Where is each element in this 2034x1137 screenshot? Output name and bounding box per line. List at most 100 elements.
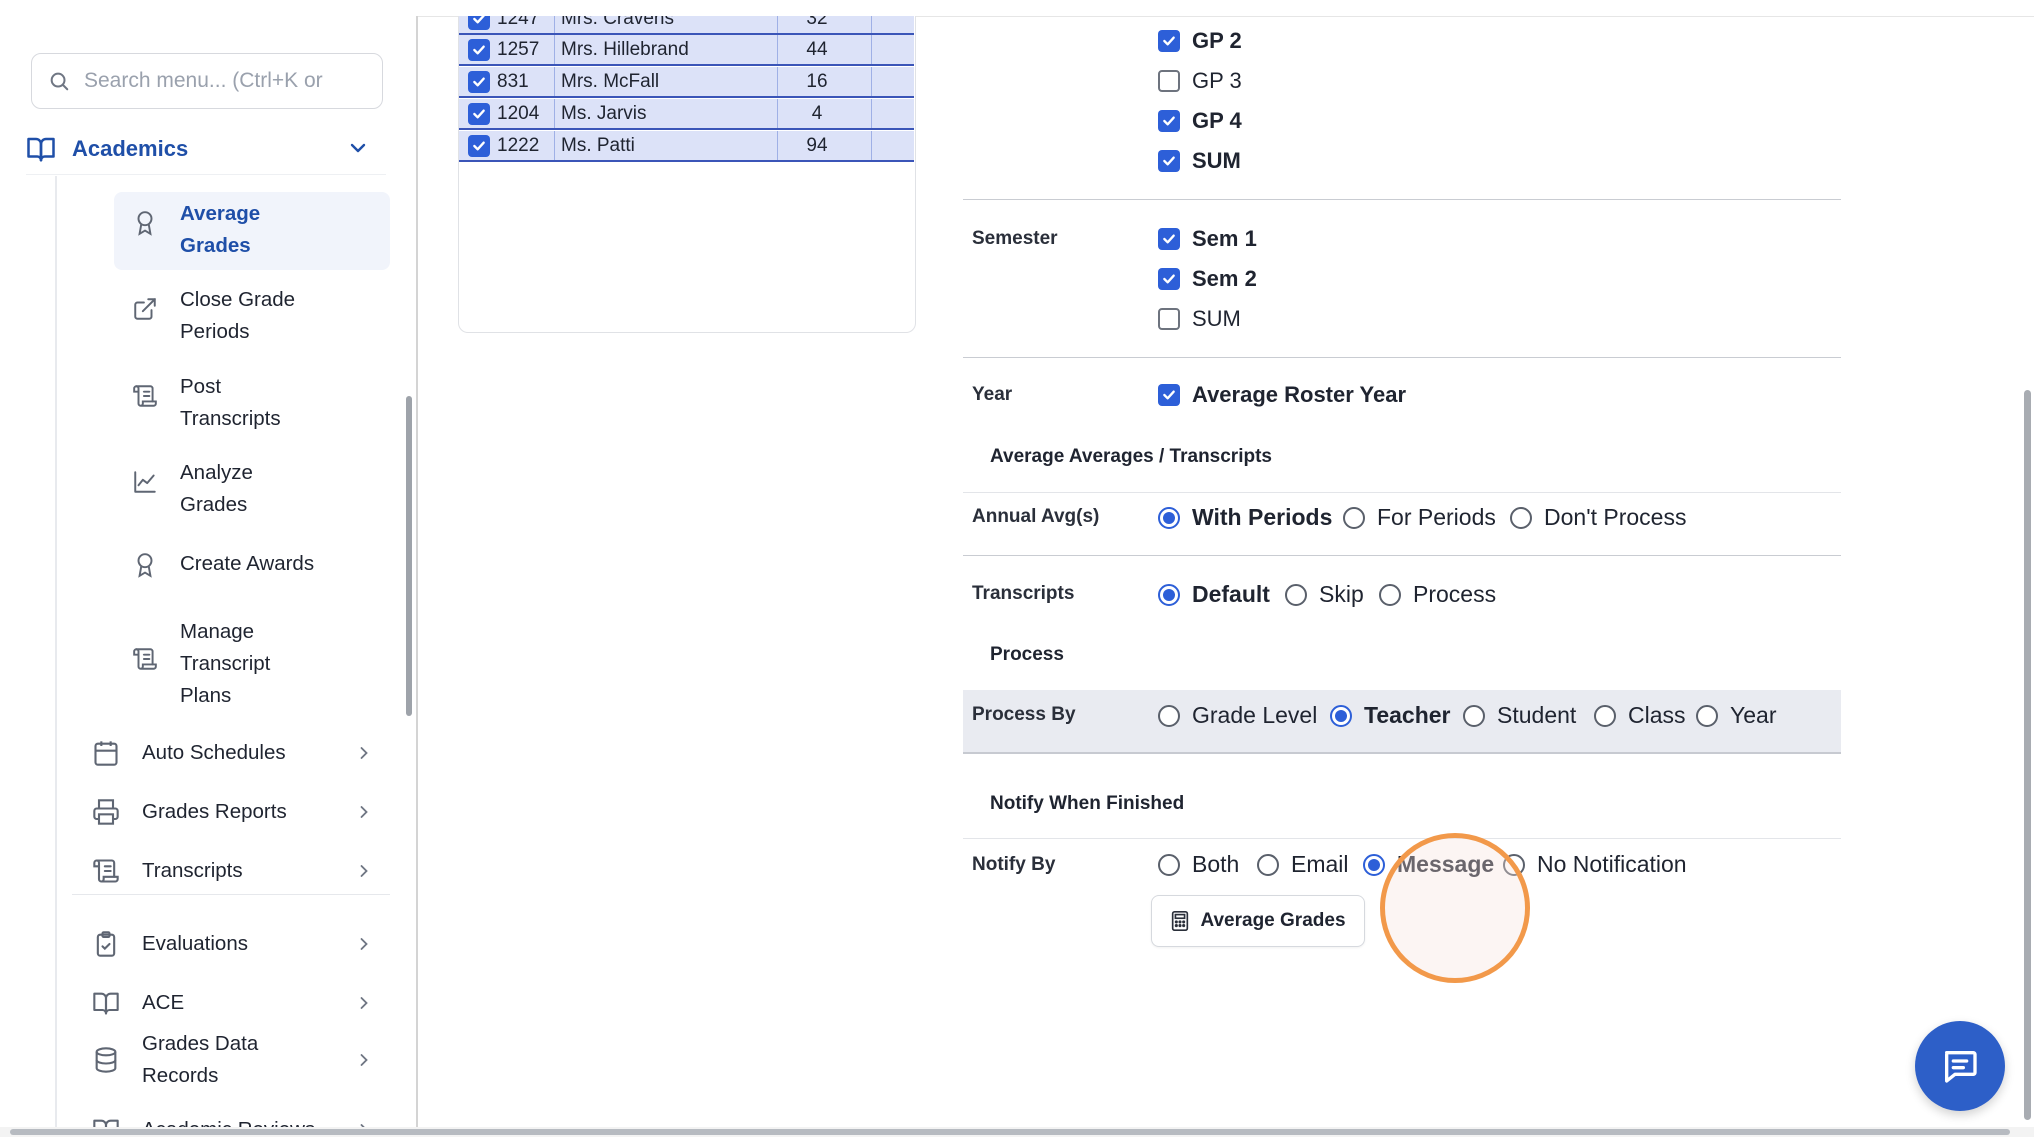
radio-button[interactable] (1379, 583, 1401, 606)
checkbox[interactable] (1158, 268, 1180, 290)
sidebar-item-label: Grades Data Records (142, 1032, 259, 1087)
sidebar-scrollbar-thumb[interactable] (406, 396, 412, 716)
radio-for-periods[interactable]: For Periods (1343, 504, 1496, 531)
sidebar-item-label: Auto Schedules (142, 741, 286, 764)
table-row[interactable]: 831 Mrs. McFall 16 (459, 67, 914, 98)
average-grades-button[interactable]: Average Grades (1151, 895, 1365, 947)
checkbox[interactable] (1158, 228, 1180, 250)
radio-button[interactable] (1158, 853, 1180, 876)
check-icon (1163, 116, 1175, 126)
horizontal-scrollbar-thumb[interactable] (10, 1129, 2010, 1135)
table-row[interactable]: 1257 Mrs. Hillebrand 44 (459, 35, 914, 66)
radio-button[interactable] (1463, 704, 1485, 727)
sidebar-item-close-grade-periods[interactable]: Close Grade Periods (114, 278, 390, 358)
main-scrollbar-thumb[interactable] (2024, 390, 2031, 1120)
sidebar-item-post-transcripts[interactable]: Post Transcripts (114, 365, 390, 445)
checkbox-gp-sum[interactable]: SUM (1158, 148, 1241, 174)
search-input[interactable] (82, 68, 366, 94)
radio-button[interactable] (1257, 853, 1279, 876)
radio-button[interactable] (1285, 583, 1307, 606)
checkbox[interactable] (1158, 308, 1180, 330)
radio-class[interactable]: Class (1594, 702, 1686, 729)
checkbox-average-roster-year[interactable]: Average Roster Year (1158, 382, 1406, 408)
teacher-count: 32 (806, 16, 828, 29)
divider (963, 492, 1841, 493)
notify-by-label: Notify By (972, 854, 1056, 875)
radio-label: Don't Process (1544, 504, 1687, 530)
sidebar-item-label: Grades Reports (142, 800, 287, 823)
radio-button[interactable] (1363, 853, 1385, 876)
radio-button[interactable] (1594, 704, 1616, 727)
radio-email[interactable]: Email (1257, 851, 1349, 878)
radio-button[interactable] (1343, 506, 1365, 529)
checkbox[interactable] (1158, 150, 1180, 172)
sidebar-item-grades-reports[interactable]: Grades Reports (88, 788, 388, 836)
sidebar-item-average-grades[interactable]: Average Grades (114, 192, 390, 270)
sidebar-item-analyze-grades[interactable]: Analyze Grades (114, 451, 390, 531)
table-row[interactable]: 1222 Ms. Patti 94 (459, 131, 914, 162)
radio-grade-level[interactable]: Grade Level (1158, 702, 1317, 729)
sidebar-item-grades-data-records[interactable]: Grades Data Records (88, 1022, 388, 1098)
radio-skip[interactable]: Skip (1285, 581, 1364, 608)
row-checkbox[interactable] (468, 102, 490, 125)
check-icon (1163, 234, 1175, 244)
radio-button[interactable] (1696, 704, 1718, 727)
average-averages-heading: Average Averages / Transcripts (990, 446, 1272, 467)
printer-icon (93, 799, 119, 825)
radio-dont-process[interactable]: Don't Process (1510, 504, 1686, 531)
process-heading: Process (990, 644, 1064, 665)
checkbox-gp4[interactable]: GP 4 (1158, 108, 1242, 134)
sidebar-item-ace[interactable]: ACE (88, 979, 388, 1027)
row-checkbox[interactable] (468, 134, 490, 157)
checkbox[interactable] (1158, 70, 1180, 92)
scroll-icon (133, 648, 157, 670)
radio-button[interactable] (1158, 704, 1180, 727)
row-checkbox[interactable] (468, 16, 490, 30)
chevron-right-icon (360, 865, 368, 877)
radio-button[interactable] (1158, 583, 1180, 606)
checkbox-sem2[interactable]: Sem 2 (1158, 266, 1257, 292)
calendar-icon (94, 741, 118, 766)
radio-teacher[interactable]: Teacher (1330, 702, 1451, 729)
checkbox[interactable] (1158, 30, 1180, 52)
checkbox[interactable] (1158, 110, 1180, 132)
search-box[interactable] (31, 53, 383, 109)
sidebar-item-create-awards[interactable]: Create Awards (114, 538, 390, 594)
calculator-icon (1172, 911, 1189, 931)
chevron-right-icon (360, 1124, 365, 1127)
checkbox-sem-sum[interactable]: SUM (1158, 306, 1241, 332)
transcripts-label: Transcripts (972, 583, 1075, 604)
table-row[interactable]: 1247 Mrs. Cravens 32 (459, 16, 914, 35)
radio-no-notification[interactable]: No Notification (1503, 851, 1687, 878)
radio-button[interactable] (1158, 506, 1180, 529)
row-checkbox[interactable] (468, 38, 490, 61)
year-label: Year (972, 384, 1013, 405)
radio-with-periods[interactable]: With Periods (1158, 504, 1332, 531)
checkbox-sem1[interactable]: Sem 1 (1158, 226, 1257, 252)
sidebar-section-academics[interactable]: Academics (26, 124, 386, 175)
table-row[interactable]: 1204 Ms. Jarvis 4 (459, 99, 914, 130)
sidebar-item-manage-transcript-plans[interactable]: Manage Transcript Plans (114, 610, 390, 722)
radio-both[interactable]: Both (1158, 851, 1239, 878)
tree-line (55, 176, 57, 1127)
checkbox-gp3[interactable]: GP 3 (1158, 68, 1242, 94)
radio-process[interactable]: Process (1379, 581, 1496, 608)
checkbox-gp2[interactable]: GP 2 (1158, 28, 1242, 54)
checkbox[interactable] (1158, 384, 1180, 406)
chevron-down-icon[interactable] (346, 136, 370, 160)
notify-heading: Notify When Finished (990, 793, 1185, 814)
check-icon (1163, 36, 1175, 46)
radio-year[interactable]: Year (1696, 702, 1776, 729)
chat-button[interactable] (1915, 1021, 2005, 1111)
award-icon (137, 211, 153, 236)
row-checkbox[interactable] (468, 70, 490, 93)
sidebar-item-transcripts[interactable]: Transcripts (88, 847, 388, 895)
sidebar-item-evaluations[interactable]: Evaluations (88, 920, 388, 968)
radio-label: Email (1291, 851, 1349, 877)
radio-student[interactable]: Student (1463, 702, 1576, 729)
radio-button[interactable] (1510, 506, 1532, 529)
sidebar-item-academic-reviews[interactable]: Academic Reviews (88, 1106, 388, 1127)
radio-button[interactable] (1330, 704, 1352, 727)
sidebar-item-auto-schedules[interactable]: Auto Schedules (88, 729, 388, 777)
radio-default[interactable]: Default (1158, 581, 1270, 608)
